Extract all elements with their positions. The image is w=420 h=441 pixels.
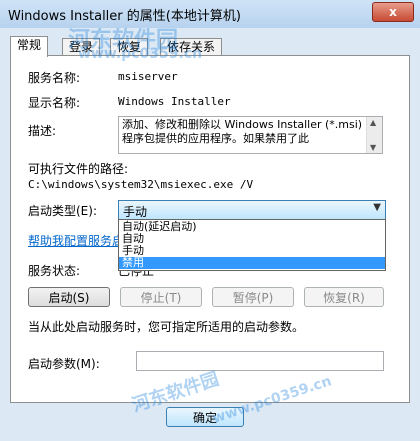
title-bar: Windows Installer 的属性(本地计算机) x	[0, 0, 420, 28]
scroll-down-icon[interactable]: ▼	[370, 143, 376, 152]
start-hint-text: 当从此处启动服务时，您可指定所适用的启动参数。	[28, 320, 305, 334]
display-name-label: 显示名称:	[28, 96, 81, 110]
startup-type-select[interactable]: 手动 ▼	[118, 200, 386, 220]
service-name-label: 服务名称:	[28, 71, 81, 85]
exe-path-value: C:\windows\system32\msiexec.exe /V	[28, 178, 254, 191]
start-params-input[interactable]	[136, 351, 384, 371]
close-button[interactable]: x	[372, 2, 414, 22]
service-status-label: 服务状态:	[28, 264, 81, 278]
start-params-label: 启动参数(M):	[28, 357, 100, 371]
description-text: 添加、修改和删除以 Windows Installer (*.msi)程序包提供…	[122, 118, 363, 145]
resume-button[interactable]: 恢复(R)	[304, 287, 384, 307]
startup-type-dropdown: 自动(延迟启动) 自动 手动 禁用	[118, 219, 386, 271]
startup-type-label: 启动类型(E):	[28, 204, 97, 218]
option-auto[interactable]: 自动	[119, 233, 385, 245]
chevron-down-icon[interactable]: ▼	[373, 202, 381, 213]
option-auto-delayed[interactable]: 自动(延迟启动)	[119, 221, 385, 233]
startup-type-value: 手动	[123, 205, 148, 219]
window-title: Windows Installer 的属性(本地计算机)	[8, 9, 241, 24]
description-field[interactable]: 添加、修改和删除以 Windows Installer (*.msi)程序包提供…	[118, 116, 383, 154]
ok-button[interactable]: 确定	[166, 407, 244, 427]
tab-dependencies[interactable]: 依存关系	[160, 38, 223, 56]
tab-logon[interactable]: 登录	[62, 38, 101, 56]
scroll-up-icon[interactable]: ▲	[370, 118, 376, 127]
service-name-value: msiserver	[118, 70, 178, 83]
tab-recovery[interactable]: 恢复	[110, 38, 149, 56]
option-manual[interactable]: 手动	[119, 245, 385, 257]
display-name-value: Windows Installer	[118, 95, 231, 108]
exe-path-label: 可执行文件的路径:	[28, 162, 129, 176]
option-disabled[interactable]: 禁用	[119, 257, 385, 269]
description-scrollbar[interactable]: ▲ ▼	[366, 117, 382, 153]
pause-button[interactable]: 暂停(P)	[212, 287, 294, 307]
tab-general[interactable]: 常规	[10, 36, 49, 57]
start-button[interactable]: 启动(S)	[28, 287, 110, 307]
help-configure-link[interactable]: 帮助我配置服务启	[28, 232, 124, 249]
description-label: 描述:	[28, 124, 57, 138]
stop-button[interactable]: 停止(T)	[120, 287, 202, 307]
